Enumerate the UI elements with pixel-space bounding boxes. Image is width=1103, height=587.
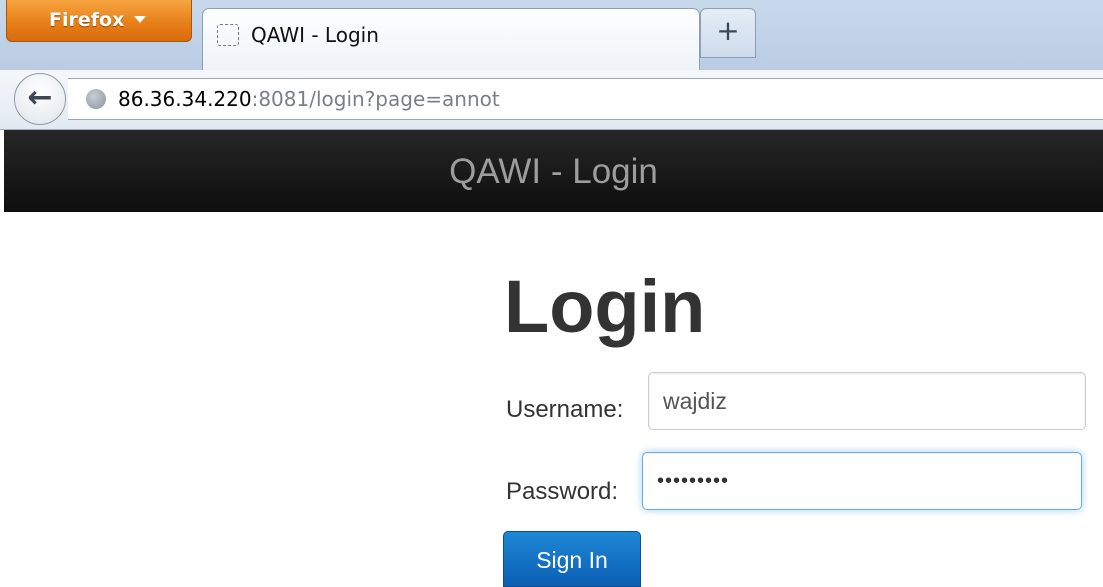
page-navbar: QAWI - Login [4, 130, 1103, 212]
firefox-menu-button[interactable]: Firefox [6, 0, 192, 42]
new-tab-button[interactable]: + [700, 8, 756, 58]
password-label: Password: [506, 478, 619, 505]
login-heading: Login [504, 265, 706, 348]
globe-site-icon [86, 89, 106, 109]
navigation-bar: 86.36.34.220:8081/login?page=annot ← [0, 70, 1103, 130]
tab-qawi-login[interactable]: QAWI - Login [202, 8, 700, 70]
url-bar[interactable]: 86.36.34.220:8081/login?page=annot [68, 78, 1103, 120]
back-button[interactable]: ← [14, 73, 66, 125]
username-label: Username: [506, 396, 624, 423]
url-text: 86.36.34.220:8081/login?page=annot [118, 87, 500, 111]
navbar-brand[interactable]: QAWI - Login [449, 152, 658, 192]
tab-title: QAWI - Login [251, 23, 379, 47]
tab-strip: Firefox QAWI - Login + [0, 0, 1103, 71]
back-arrow-icon: ← [27, 80, 53, 115]
blank-page-favicon-icon [217, 24, 239, 46]
firefox-menu-label: Firefox [49, 9, 125, 31]
browser-window: Firefox QAWI - Login + 86.36.34.220:8081… [0, 0, 1103, 587]
url-path: :8081/login?page=annot [251, 87, 500, 111]
sign-in-button[interactable]: Sign In [503, 531, 641, 587]
dropdown-caret-icon [134, 16, 147, 23]
url-host: 86.36.34.220 [118, 87, 252, 111]
username-input[interactable] [648, 372, 1086, 430]
password-input[interactable] [642, 452, 1082, 510]
